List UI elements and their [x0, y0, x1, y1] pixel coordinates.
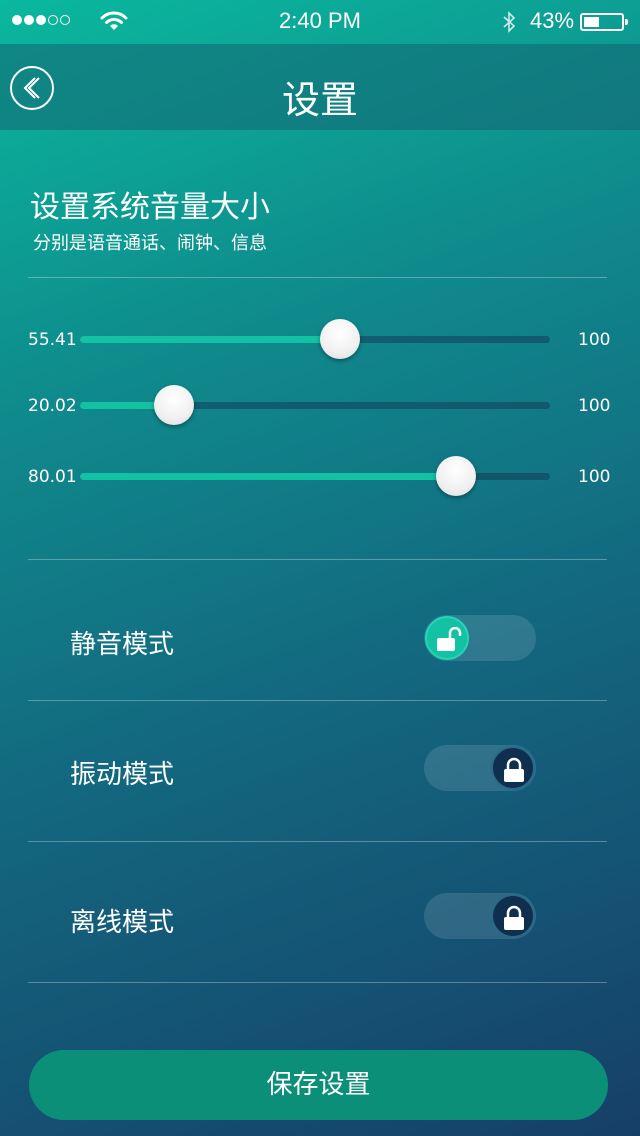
slider-max-value: 100 [578, 330, 611, 350]
lock-icon [504, 905, 524, 930]
volume-slider-voice-call[interactable] [80, 319, 550, 359]
slider-max-value: 100 [578, 467, 611, 487]
divider [28, 841, 607, 842]
toggle-knob [491, 894, 535, 938]
mute-mode-label: 静音模式 [70, 630, 175, 660]
mute-mode-row: 静音模式 [0, 610, 640, 670]
volume-slider-message[interactable] [80, 456, 550, 496]
vibrate-mode-row: 振动模式 [0, 740, 640, 800]
volume-section-subtitle: 分别是语音通话、闹钟、信息 [33, 233, 267, 254]
slider-value: 20.02 [28, 396, 77, 416]
status-bar: 2:40 PM 43% [0, 0, 640, 44]
slider-fill [80, 336, 341, 343]
battery-fill [584, 17, 600, 27]
mute-mode-toggle[interactable] [424, 615, 536, 661]
page-title: 设置 [281, 78, 358, 122]
volume-slider-row: 80.01 100 [0, 456, 640, 497]
volume-section-title: 设置系统音量大小 [30, 190, 270, 225]
slider-thumb[interactable] [154, 385, 195, 425]
slider-value: 55.41 [28, 330, 77, 350]
toggle-knob [491, 746, 535, 790]
battery-cap [625, 19, 628, 25]
vibrate-mode-toggle[interactable] [424, 745, 536, 791]
vibrate-mode-label: 振动模式 [70, 760, 175, 790]
battery-percent: 43% [530, 8, 575, 33]
save-settings-button[interactable]: 保存设置 [29, 1050, 608, 1120]
divider [28, 982, 607, 983]
slider-fill [80, 473, 457, 480]
bluetooth-icon [503, 11, 516, 33]
offline-mode-label: 离线模式 [70, 908, 175, 938]
volume-slider-row: 55.41 100 [0, 319, 640, 360]
divider [28, 277, 607, 278]
unlock-icon [437, 627, 462, 651]
slider-max-value: 100 [578, 396, 611, 416]
offline-mode-row: 离线模式 [0, 888, 640, 948]
offline-mode-toggle[interactable] [424, 893, 536, 939]
toggle-knob [425, 616, 469, 660]
slider-thumb[interactable] [320, 319, 361, 359]
slider-value: 80.01 [28, 467, 77, 487]
divider [28, 700, 607, 701]
divider [28, 559, 607, 560]
navigation-bar: 设置 [0, 44, 640, 130]
lock-icon [504, 757, 524, 782]
battery-icon [580, 13, 628, 31]
volume-slider-row: 20.02 100 [0, 385, 640, 426]
volume-slider-alarm[interactable] [80, 385, 550, 425]
slider-thumb[interactable] [436, 456, 477, 496]
